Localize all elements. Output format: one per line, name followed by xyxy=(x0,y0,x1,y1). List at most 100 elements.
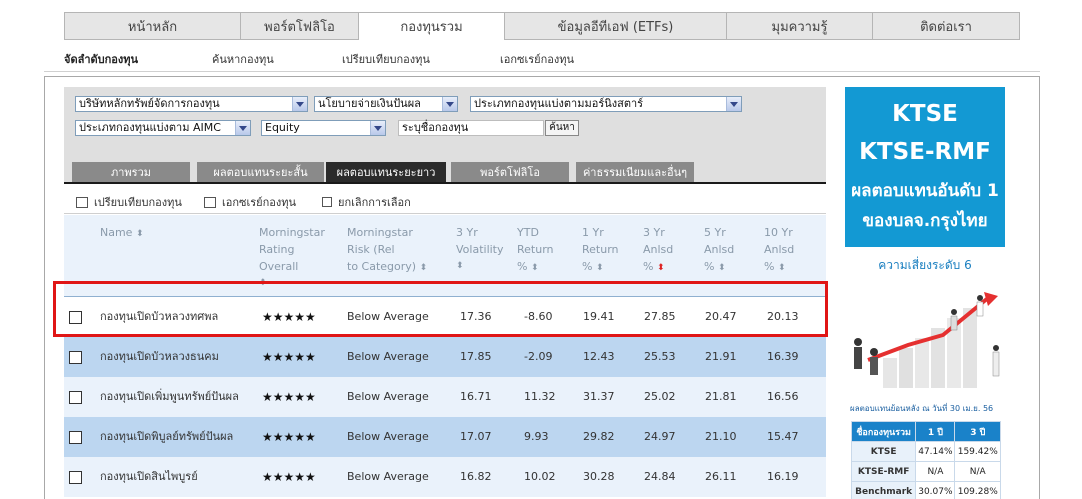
fund-name-link[interactable]: กองทุนเปิดพิบูลย์ทรัพย์ปันผล xyxy=(100,417,233,457)
col-rating-line2: Rating xyxy=(259,243,295,256)
table-row[interactable]: กองทุนเปิดบัวหลวงทศพล ★★★★★ Below Average 1… xyxy=(64,297,826,337)
aimc-type-select[interactable]: ประเภทกองทุนแบ่งตาม AIMC xyxy=(75,120,251,136)
ad-line-1: KTSE xyxy=(892,101,958,127)
cell-r5: 21.91 xyxy=(705,350,737,363)
cell-r5: 21.10 xyxy=(705,430,737,443)
compare-funds-action[interactable]: เปรียบเทียบกองทุน xyxy=(76,193,182,211)
cell-r10: 15.47 xyxy=(767,430,799,443)
cell-stars: ★★★★★ xyxy=(262,430,316,444)
ad-table-cell: 30.07% xyxy=(915,481,956,499)
asset-class-select[interactable]: Equity xyxy=(261,120,386,136)
amc-select[interactable]: บริษัทหลักทรัพย์จัดการกองทุน xyxy=(75,96,308,112)
col-3yr-line3: % xyxy=(643,260,654,273)
subnav-fund-ranking[interactable]: จัดลำดับกองทุน xyxy=(64,50,138,68)
chevron-down-icon xyxy=(442,97,457,111)
cell-vol: 17.85 xyxy=(460,350,492,363)
col-rating-header[interactable]: Morningstar Rating Overall ⬍ xyxy=(259,224,325,292)
clear-selection-action[interactable]: ยกเลิกการเลือก xyxy=(322,193,411,211)
nav-tab-knowledge[interactable]: มุมความรู้ xyxy=(727,13,873,39)
subnav-fund-xray[interactable]: เอกซเรย์กองทุน xyxy=(500,50,574,68)
cell-r1: 31.37 xyxy=(583,390,615,403)
tab-portfolio[interactable]: พอร์ตโฟลิโอ xyxy=(451,162,569,182)
col-10yr-header[interactable]: 10 Yr Anlsd % ⬍ xyxy=(764,224,794,277)
fund-name-link[interactable]: กองทุนเปิดบัวหลวงทศพล xyxy=(100,297,218,337)
col-5yr-header[interactable]: 5 Yr Anlsd % ⬍ xyxy=(704,224,734,277)
ad-line-3: ผลตอบแทนอันดับ 1 xyxy=(851,181,999,201)
row-checkbox[interactable] xyxy=(69,431,82,444)
row-checkbox[interactable] xyxy=(69,351,82,364)
col-rating-line3: Overall xyxy=(259,260,299,273)
search-button[interactable]: ค้นหา xyxy=(545,120,579,136)
amc-select-value: บริษัทหลักทรัพย์จัดการกองทุน xyxy=(79,97,220,110)
ad-table-cell: Benchmark xyxy=(850,481,917,499)
aimc-type-select-value: ประเภทกองทุนแบ่งตาม AIMC xyxy=(79,121,221,134)
col-risk-header[interactable]: Morningstar Risk (Rel to Category) ⬍ xyxy=(347,224,427,277)
col-3yr-header[interactable]: 3 Yr Anlsd % ⬍ xyxy=(643,224,673,277)
cell-vol: 17.07 xyxy=(460,430,492,443)
col-1yr-header[interactable]: 1 Yr Return % ⬍ xyxy=(582,224,619,277)
ad-table-cell: KTSE xyxy=(850,441,917,462)
nav-tab-mutual-funds[interactable]: กองทุนรวม xyxy=(359,12,505,40)
cell-stars: ★★★★★ xyxy=(262,390,316,404)
fund-name-link[interactable]: กองทุนเปิดบัวหลวงธนคม xyxy=(100,337,219,377)
fund-name-link[interactable]: กองทุนเปิดสินไพบูรย์ xyxy=(100,457,198,497)
fund-name-input[interactable]: ระบุชื่อกองทุน xyxy=(398,120,544,136)
col-10yr-line2: Anlsd xyxy=(764,243,795,256)
col-risk-line3: to Category) xyxy=(347,260,417,273)
table-row[interactable]: กองทุนเปิดบัวหลวงธนคม ★★★★★ Below Average 1… xyxy=(64,337,826,377)
xray-funds-action[interactable]: เอกซเรย์กองทุน xyxy=(204,193,296,211)
chevron-down-icon xyxy=(235,121,250,135)
nav-tab-contact[interactable]: ติดต่อเรา xyxy=(873,13,1019,39)
row-checkbox[interactable] xyxy=(69,471,82,484)
cell-r3: 24.97 xyxy=(644,430,676,443)
sort-icon: ⬍ xyxy=(419,263,428,273)
cell-vol: 16.71 xyxy=(460,390,492,403)
col-ytd-header[interactable]: YTD Return % ⬍ xyxy=(517,224,554,277)
cell-ytd: 11.32 xyxy=(524,390,556,403)
tab-short-term-return[interactable]: ผลตอบแทนระยะสั้น xyxy=(197,162,324,182)
col-name-label: Name xyxy=(100,226,133,239)
chevron-down-icon xyxy=(370,121,385,135)
cell-r10: 20.13 xyxy=(767,310,799,323)
ad-table-cell: 47.14% xyxy=(915,441,956,462)
ad-line-4: ของบลจ.กรุงไทย xyxy=(862,211,988,231)
tab-fees[interactable]: ค่าธรรมเนียมและอื่นๆ xyxy=(576,162,694,182)
sort-icon: ⬍ xyxy=(530,263,539,273)
tab-long-term-return[interactable]: ผลตอบแทนระยะยาว xyxy=(326,162,446,182)
nav-tab-home[interactable]: หน้าหลัก xyxy=(65,13,241,39)
tab-overview[interactable]: ภาพรวม xyxy=(72,162,190,182)
cell-risk: Below Average xyxy=(347,470,429,483)
col-3yr-line1: 3 Yr xyxy=(643,226,665,239)
top-navigation: หน้าหลัก พอร์ตโฟลิโอ กองทุนรวม ข้อมูลอีท… xyxy=(64,12,1020,40)
cell-r1: 29.82 xyxy=(583,430,615,443)
asset-class-select-value: Equity xyxy=(265,121,300,134)
sort-icon: ⬍ xyxy=(135,229,144,239)
table-row[interactable]: กองทุนเปิดเพิ่มพูนทรัพย์ปันผล ★★★★★ Below … xyxy=(64,377,826,417)
cell-r3: 25.02 xyxy=(644,390,676,403)
row-checkbox[interactable] xyxy=(69,311,82,324)
cell-ytd: 9.93 xyxy=(524,430,549,443)
col-volatility-header[interactable]: 3 Yr Volatility ⬍ xyxy=(456,224,504,275)
morningstar-type-select[interactable]: ประเภทกองทุนแบ่งตามมอร์นิ่งสตาร์ xyxy=(470,96,742,112)
sort-icon: ⬍ xyxy=(777,263,786,273)
fund-name-link[interactable]: กองทุนเปิดเพิ่มพูนทรัพย์ปันผล xyxy=(100,377,239,417)
cell-stars: ★★★★★ xyxy=(262,350,316,364)
subnav-fund-compare[interactable]: เปรียบเทียบกองทุน xyxy=(342,50,430,68)
nav-tab-etfs[interactable]: ข้อมูลอีทีเอฟ (ETFs) xyxy=(505,13,727,39)
table-row[interactable]: กองทุนเปิดสินไพบูรย์ ★★★★★ Below Average 16… xyxy=(64,457,826,497)
col-name-header[interactable]: Name ⬍ xyxy=(100,224,144,243)
nav-tab-portfolio[interactable]: พอร์ตโฟลิโอ xyxy=(241,13,359,39)
row-checkbox[interactable] xyxy=(69,391,82,404)
compare-funds-label: เปรียบเทียบกองทุน xyxy=(94,196,182,209)
ktse-advertisement[interactable]: KTSE KTSE-RMF ผลตอบแทนอันดับ 1 ของบลจ.กร… xyxy=(845,87,1005,247)
cell-r3: 25.53 xyxy=(644,350,676,363)
sort-icon: ⬍ xyxy=(456,261,464,271)
table-row[interactable]: กองทุนเปิดพิบูลย์ทรัพย์ปันผล ★★★★★ Below A… xyxy=(64,417,826,457)
sort-icon: ⬍ xyxy=(259,278,267,288)
ad-performance-note: ผลตอบแทนย้อนหลัง ณ วันที่ 30 เม.ย. 56 xyxy=(850,404,994,413)
cell-stars: ★★★★★ xyxy=(262,470,316,484)
ad-risk-level: ความเสี่ยงระดับ 6 xyxy=(878,258,972,272)
dividend-select[interactable]: นโยบายจ่ายเงินปันผล xyxy=(314,96,458,112)
subnav-fund-search[interactable]: ค้นหากองทุน xyxy=(212,50,274,68)
col-1yr-line2: Return xyxy=(582,243,619,256)
